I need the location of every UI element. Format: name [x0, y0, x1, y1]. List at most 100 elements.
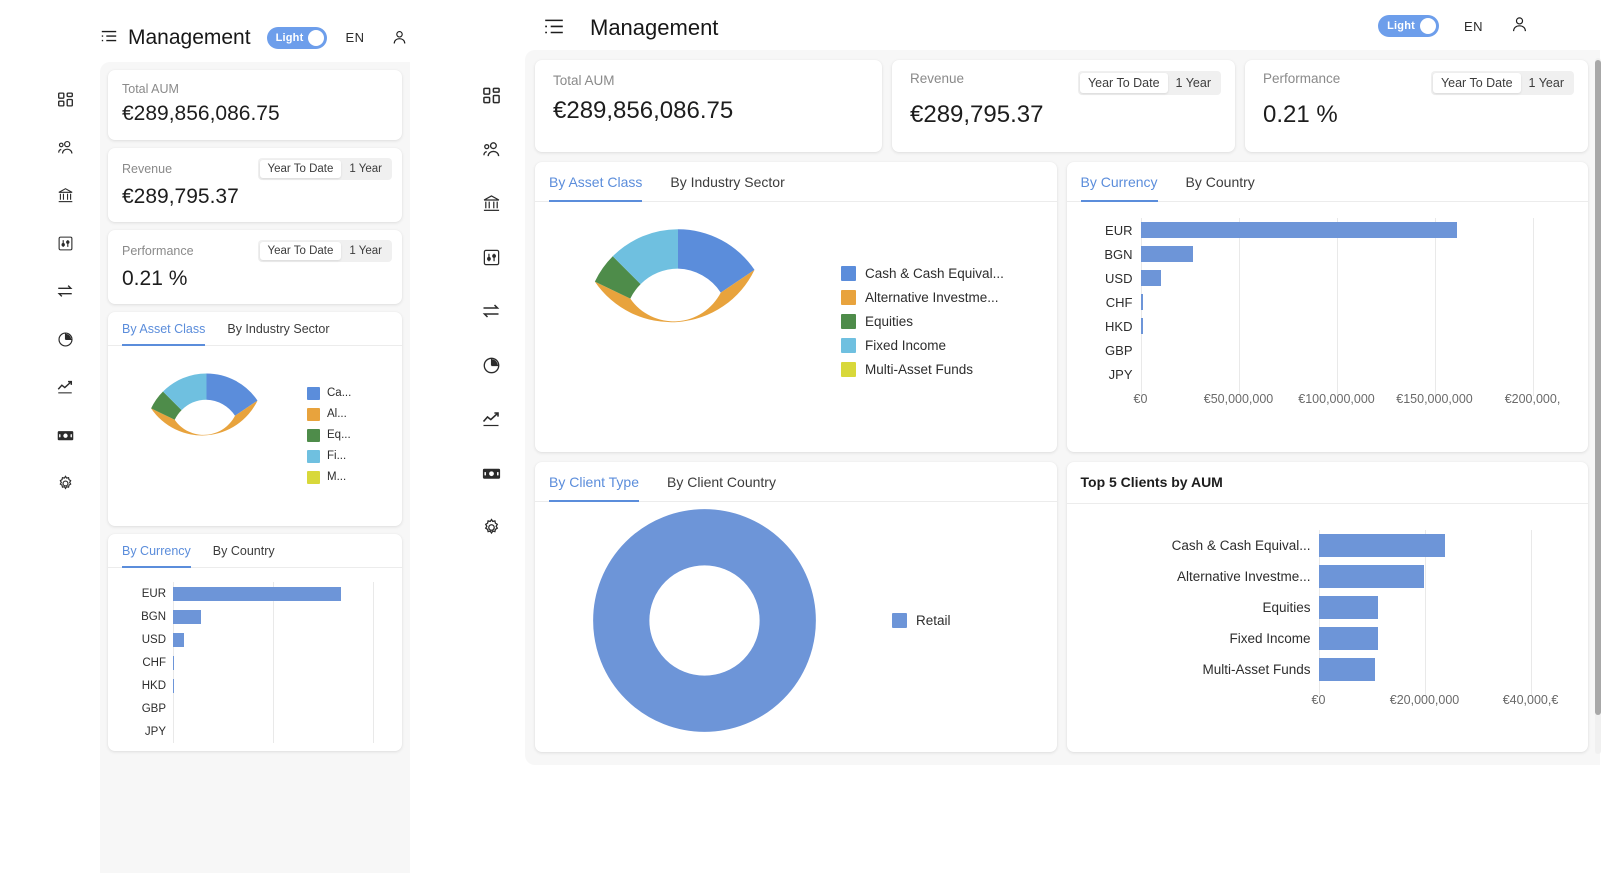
client-type-legend: Retail: [892, 612, 951, 628]
sidebar-item-settings[interactable]: [474, 510, 508, 544]
sidebar-item-dashboard[interactable]: [474, 78, 508, 112]
bar-row: HKD: [118, 674, 386, 697]
card-allocation: By Asset Class By Industry Sector: [535, 162, 1057, 452]
sidebar-item-transactions[interactable]: [48, 274, 82, 308]
range-option-ytd[interactable]: Year To Date: [259, 160, 342, 178]
sidebar-item-revenue[interactable]: [48, 418, 82, 452]
tab-by-currency[interactable]: By Currency: [1080, 162, 1158, 202]
user-avatar-icon[interactable]: [1510, 15, 1529, 34]
bar-row: JPY: [1081, 362, 1589, 386]
range-option-ytd[interactable]: Year To Date: [1432, 73, 1521, 93]
bar-fill: [1318, 534, 1446, 557]
top-clients-x-axis: €0 €20,000,000 €40,000,€: [1081, 693, 1589, 719]
sidebar-item-transactions[interactable]: [474, 294, 508, 328]
wide-topbar: Management Light EN: [410, 0, 1609, 55]
legend-label: M...: [327, 471, 347, 483]
tab-by-industry-sector[interactable]: By Industry Sector: [227, 312, 329, 345]
legend-swatch: [841, 265, 856, 281]
range-selector[interactable]: Year To Date 1 Year: [257, 240, 392, 262]
sidebar-item-allocation[interactable]: [48, 322, 82, 356]
bar-category: USD: [141, 633, 166, 646]
bar-category: HKD: [1105, 318, 1133, 334]
bar-category: JPY: [144, 725, 166, 738]
wide-viewport-view: Management Light EN Total AUM €289,856,0…: [410, 0, 1609, 873]
kpi-card-performance: Performance Year To Date 1 Year 0.21 %: [1245, 60, 1588, 152]
range-option-ytd[interactable]: Year To Date: [1079, 73, 1168, 93]
range-option-1year[interactable]: 1 Year: [341, 160, 390, 178]
legend-item: Fixed Income: [841, 337, 1004, 353]
top-clients-title: Top 5 Clients by AUM: [1080, 474, 1223, 490]
sidebar-item-allocation[interactable]: [474, 348, 508, 382]
language-selector[interactable]: EN: [345, 30, 364, 45]
tab-by-asset-class[interactable]: By Asset Class: [122, 312, 206, 346]
theme-toggle[interactable]: Light: [1378, 15, 1439, 37]
legend-label: Ca...: [327, 387, 352, 399]
tab-by-country[interactable]: By Country: [1186, 162, 1255, 201]
sidebar-item-clients[interactable]: [474, 132, 508, 166]
theme-toggle[interactable]: Light: [266, 26, 328, 49]
bar-category: Cash & Cash Equival...: [1171, 538, 1311, 553]
user-avatar-icon[interactable]: [391, 29, 408, 46]
tab-by-asset-class[interactable]: By Asset Class: [549, 162, 643, 202]
sidebar-item-parameters[interactable]: [48, 226, 82, 260]
range-option-1year[interactable]: 1 Year: [341, 242, 390, 260]
narrow-content-area: Total AUM €289,856,086.75 Revenue Year T…: [100, 62, 410, 873]
sidebar-item-performance[interactable]: [474, 402, 508, 436]
dashboard-screenshot: Management Light EN Total AUM €289,856,0…: [0, 0, 1609, 873]
allocation-tabs: By Asset Class By Industry Sector: [108, 312, 402, 346]
menu-icon[interactable]: [543, 16, 565, 38]
currency-tabs: By Currency By Country: [108, 534, 402, 568]
legend-swatch: [307, 386, 320, 400]
range-selector[interactable]: Year To Date 1 Year: [257, 158, 392, 180]
bar-fill: [173, 586, 342, 601]
kpi-label: Revenue: [122, 162, 173, 176]
kpi-card-total-aum: Total AUM €289,856,086.75: [535, 60, 882, 152]
scrollbar-thumb[interactable]: [1595, 60, 1601, 715]
tab-by-client-country[interactable]: By Client Country: [667, 462, 776, 501]
tab-by-country[interactable]: By Country: [213, 534, 275, 567]
range-option-1year[interactable]: 1 Year: [1521, 73, 1572, 93]
legend-swatch: [307, 428, 320, 442]
bar-row: CHF: [118, 651, 386, 674]
bar-fill: [1140, 270, 1161, 286]
vertical-scrollbar[interactable]: [1595, 58, 1601, 754]
kpi-value: €289,795.37: [910, 101, 1044, 128]
legend-label: Equities: [865, 313, 914, 329]
menu-icon[interactable]: [100, 28, 118, 46]
range-option-1year[interactable]: 1 Year: [1168, 73, 1219, 93]
bar-fill: [1140, 294, 1143, 310]
bar-row: JPY: [118, 720, 386, 743]
legend-swatch: [841, 313, 856, 329]
range-option-ytd[interactable]: Year To Date: [259, 242, 342, 260]
sidebar-item-revenue[interactable]: [474, 456, 508, 490]
language-selector[interactable]: EN: [1464, 19, 1483, 34]
sidebar-item-settings[interactable]: [48, 466, 82, 500]
sidebar-item-institutions[interactable]: [48, 178, 82, 212]
kpi-label: Performance: [1263, 71, 1341, 86]
theme-toggle-label: Light: [1387, 20, 1415, 32]
tab-by-industry-sector[interactable]: By Industry Sector: [670, 162, 784, 201]
bar-category: CHF: [1105, 294, 1133, 310]
client-type-tabs: By Client Type By Client Country: [535, 462, 1057, 502]
range-selector[interactable]: Year To Date 1 Year: [1430, 71, 1574, 95]
sidebar-item-performance[interactable]: [48, 370, 82, 404]
axis-tick-label: €200,000,: [1504, 392, 1561, 406]
sidebar-item-parameters[interactable]: [474, 240, 508, 274]
sidebar-item-dashboard[interactable]: [48, 82, 82, 116]
tab-by-currency[interactable]: By Currency: [122, 534, 191, 568]
bar-row: Cash & Cash Equival...: [1081, 530, 1589, 561]
sidebar-item-clients[interactable]: [48, 130, 82, 164]
kpi-card-total-aum: Total AUM €289,856,086.75: [108, 70, 402, 140]
range-selector[interactable]: Year To Date 1 Year: [1077, 71, 1221, 95]
bar-category: Equities: [1262, 600, 1311, 615]
allocation-donut-chart: [151, 373, 258, 436]
legend-item: M...: [307, 470, 351, 484]
legend-swatch: [841, 337, 856, 353]
kpi-card-revenue: Revenue Year To Date 1 Year €289,795.37: [108, 148, 402, 222]
bar-row: Alternative Investme...: [1081, 561, 1589, 592]
axis-tick-label: €0: [1311, 693, 1326, 707]
tab-by-client-type[interactable]: By Client Type: [549, 462, 640, 502]
sidebar-item-institutions[interactable]: [474, 186, 508, 220]
allocation-donut-chart: [594, 228, 755, 322]
bar-category: CHF: [142, 656, 166, 669]
